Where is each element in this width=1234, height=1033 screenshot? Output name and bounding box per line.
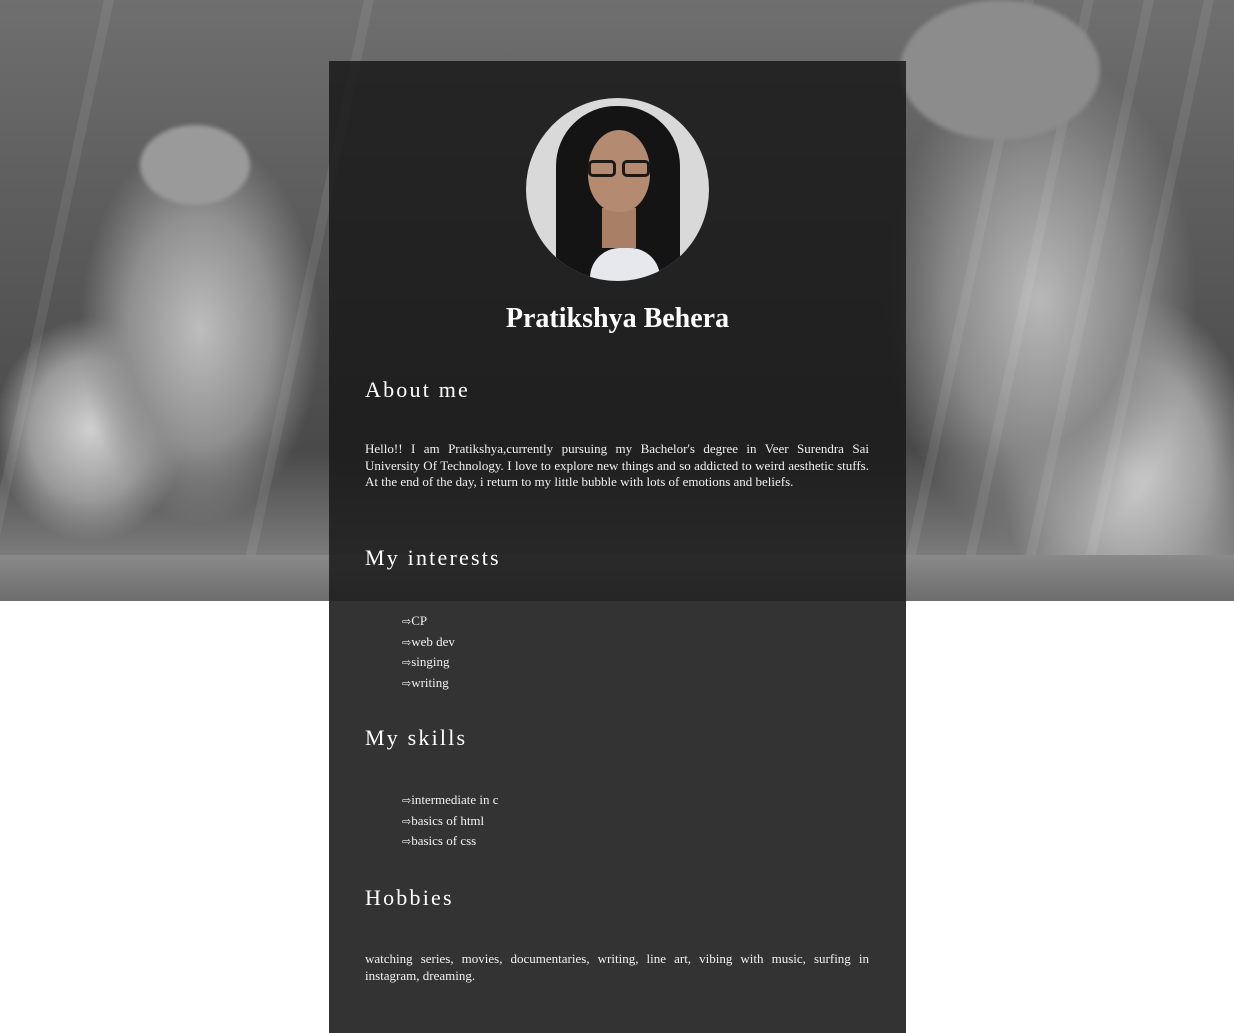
glasses-icon	[584, 160, 656, 180]
arrow-right-icon: ⇨	[402, 814, 412, 828]
hobbies-title: Hobbies	[365, 885, 454, 910]
arrow-right-icon: ⇨	[402, 794, 412, 807]
arrow-right-icon: ⇨	[402, 676, 412, 690]
profile-card: Pratikshya Behera About me Hello!! I am …	[329, 61, 906, 1033]
arrow-right-icon: ⇨	[402, 656, 412, 669]
list-item: ⇨singing	[402, 654, 450, 669]
skills-list: ⇨intermediate in c ⇨basics of html ⇨basi…	[402, 790, 499, 852]
skills-title: My skills	[365, 725, 468, 750]
arrow-right-icon: ⇨	[402, 835, 412, 848]
list-item: ⇨web dev	[402, 633, 455, 649]
interests-list: ⇨CP ⇨web dev ⇨singing ⇨writing	[402, 611, 455, 693]
list-item: ⇨CP	[402, 613, 428, 628]
list-item: ⇨basics of css	[402, 833, 477, 848]
about-text: Hello!! I am Pratikshya,currently pursui…	[365, 441, 869, 489]
about-title: About me	[365, 377, 470, 402]
list-item: ⇨writing	[402, 674, 449, 690]
interests-title: My interests	[365, 545, 501, 570]
profile-avatar	[526, 98, 709, 281]
list-item: ⇨intermediate in c	[402, 792, 499, 807]
arrow-right-icon: ⇨	[402, 615, 412, 628]
hobbies-text: watching series, movies, documentaries, …	[365, 951, 869, 983]
list-item: ⇨basics of html	[402, 812, 485, 828]
profile-name: Pratikshya Behera	[505, 303, 730, 334]
arrow-right-icon: ⇨	[402, 635, 412, 649]
